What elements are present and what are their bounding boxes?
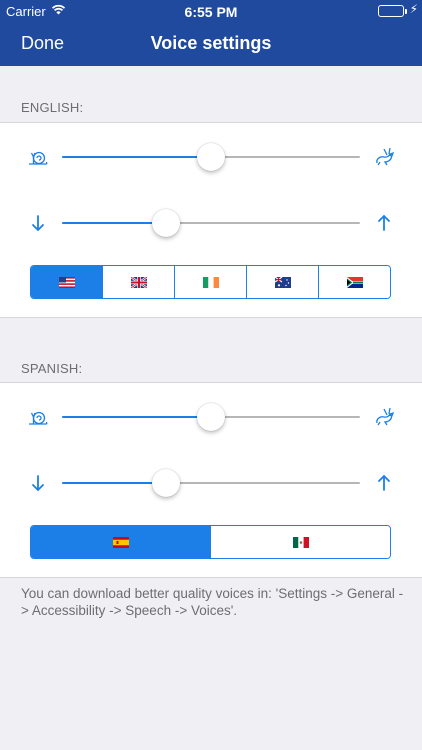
spanish-section-header: SPANISH: xyxy=(21,361,83,376)
english-speed-slider-row xyxy=(0,137,422,177)
spain-flag-icon xyxy=(112,536,129,548)
bolt-icon: ⚡︎ xyxy=(409,2,418,16)
segment-spain[interactable] xyxy=(31,526,210,558)
spanish-pitch-thumb[interactable] xyxy=(152,469,181,497)
spanish-accent-segmented-control xyxy=(30,525,391,559)
status-time: 6:55 PM xyxy=(184,4,238,20)
english-section-header: ENGLISH: xyxy=(21,100,84,115)
segment-australia[interactable] xyxy=(246,266,318,298)
segment-mexico[interactable] xyxy=(210,526,390,558)
english-pitch-thumb[interactable] xyxy=(152,209,181,237)
spanish-speed-thumb[interactable] xyxy=(197,403,225,431)
uk-flag-icon xyxy=(130,276,147,288)
done-button[interactable]: Done xyxy=(21,33,64,54)
segment-us[interactable] xyxy=(31,266,102,298)
snail-icon xyxy=(29,411,48,425)
mexico-flag-icon xyxy=(292,536,309,548)
spanish-pitch-slider-row xyxy=(0,463,422,503)
english-pitch-track[interactable] xyxy=(62,209,360,237)
segment-ireland[interactable] xyxy=(174,266,246,298)
ireland-flag-icon xyxy=(202,276,219,288)
australia-flag-icon xyxy=(274,276,291,288)
spanish-pitch-fill xyxy=(62,482,167,484)
south-africa-flag-icon xyxy=(346,276,363,288)
spanish-speed-slider-row xyxy=(0,397,422,437)
spanish-section xyxy=(0,382,422,578)
arrow-up-icon xyxy=(378,474,390,491)
spanish-speed-fill xyxy=(62,416,211,418)
segment-south-africa[interactable] xyxy=(318,266,390,298)
snail-icon xyxy=(29,151,48,165)
battery-icon xyxy=(378,5,404,17)
rabbit-icon xyxy=(376,147,395,166)
english-section xyxy=(0,122,422,318)
rabbit-icon xyxy=(376,407,395,426)
english-speed-fill xyxy=(62,156,211,158)
english-speed-thumb[interactable] xyxy=(197,143,225,171)
footer-note: You can download better quality voices i… xyxy=(21,586,404,618)
arrow-down-icon xyxy=(32,475,44,492)
us-flag-icon xyxy=(58,276,75,288)
segment-uk[interactable] xyxy=(102,266,174,298)
spanish-speed-track[interactable] xyxy=(62,403,360,431)
english-speed-track[interactable] xyxy=(62,143,360,171)
english-accent-segmented-control xyxy=(30,265,391,299)
battery-nub xyxy=(405,9,407,14)
spanish-pitch-track[interactable] xyxy=(62,469,360,497)
status-bar: Carrier 6:55 PM ⚡︎ xyxy=(0,0,422,22)
arrow-up-icon xyxy=(378,214,390,231)
english-pitch-slider-row xyxy=(0,203,422,243)
navigation-bar: Carrier 6:55 PM ⚡︎ Done Voice settings xyxy=(0,0,422,66)
english-pitch-fill xyxy=(62,222,167,224)
arrow-down-icon xyxy=(32,215,44,232)
